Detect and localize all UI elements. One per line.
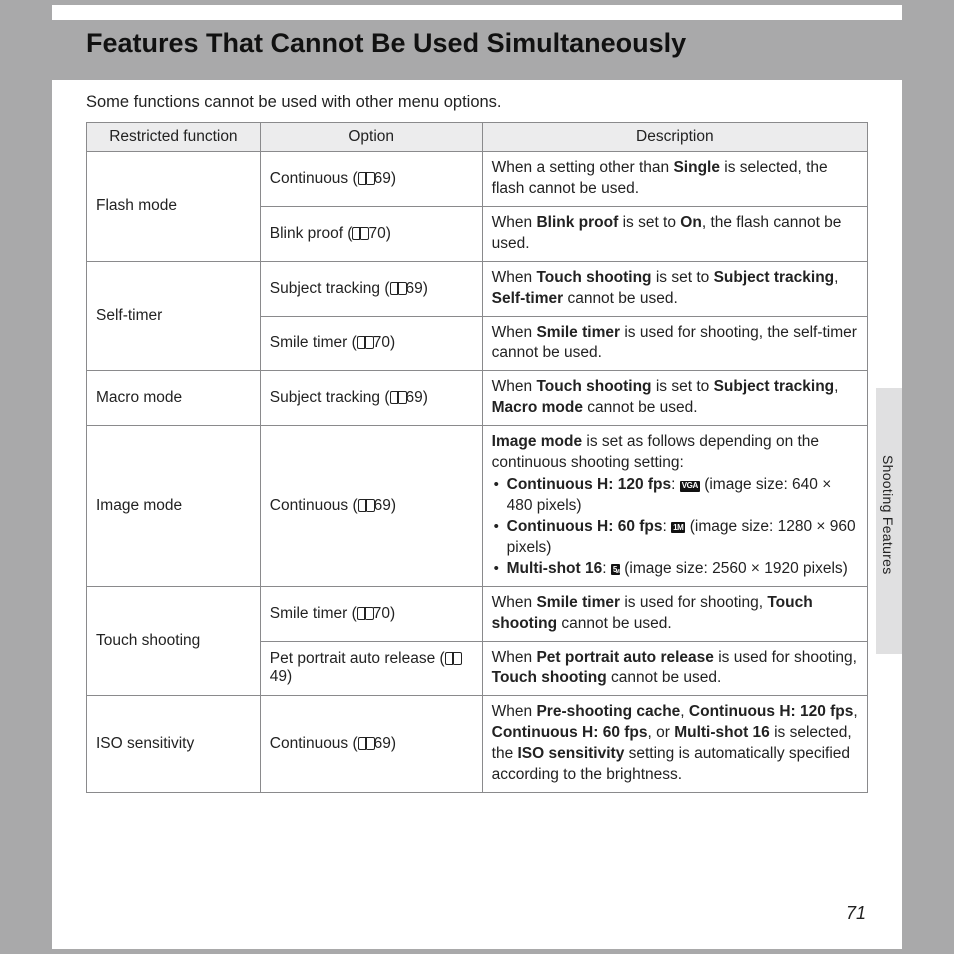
table-row: Macro mode Subject tracking (69) When To… [87,371,868,426]
cell-restricted: Macro mode [87,371,261,426]
cell-option: Continuous (69) [260,152,482,207]
book-icon [390,391,407,404]
list-item: Multi-shot 16: 5 (image size: 2560 × 192… [492,559,858,580]
1m-icon: 1M [671,522,685,533]
cell-restricted: Image mode [87,426,261,586]
table-row: Image mode Continuous (69) Image mode is… [87,426,868,586]
restrictions-table: Restricted function Option Description F… [86,122,868,793]
col-restricted: Restricted function [87,123,261,152]
cell-desc: When Pre-shooting cache, Continuous H: 1… [482,696,867,793]
table-row: Touch shooting Smile timer (70) When Smi… [87,586,868,641]
cell-restricted: ISO sensitivity [87,696,261,793]
book-icon [358,172,375,185]
book-icon [390,282,407,295]
cell-desc: When Smile timer is used for shooting, t… [482,316,867,371]
cell-option: Pet portrait auto release (49) [260,641,482,696]
book-icon [445,652,462,665]
cell-desc: Image mode is set as follows depending o… [482,426,867,586]
table-row: Self-timer Subject tracking (69) When To… [87,261,868,316]
cell-desc: When Touch shooting is set to Subject tr… [482,371,867,426]
col-option: Option [260,123,482,152]
intro-text: Some functions cannot be used with other… [86,93,502,112]
table-row: Flash mode Continuous (69) When a settin… [87,152,868,207]
cell-desc: When Pet portrait auto release is used f… [482,641,867,696]
page-number: 71 [846,903,866,924]
table-row: ISO sensitivity Continuous (69) When Pre… [87,696,868,793]
cell-desc: When a setting other than Single is sele… [482,152,867,207]
col-desc: Description [482,123,867,152]
image-mode-list: Continuous H: 120 fps: VGA (image size: … [492,475,858,580]
cell-option: Blink proof (70) [260,206,482,261]
cell-restricted: Flash mode [87,152,261,262]
cell-option: Continuous (69) [260,696,482,793]
vga-icon: VGA [680,481,700,492]
cell-restricted: Touch shooting [87,586,261,696]
table-header-row: Restricted function Option Description [87,123,868,152]
book-icon [357,607,374,620]
cell-option: Smile timer (70) [260,316,482,371]
book-icon [358,499,375,512]
page-title: Features That Cannot Be Used Simultaneou… [86,28,686,59]
cell-option: Continuous (69) [260,426,482,586]
cell-desc: When Blink proof is set to On, the flash… [482,206,867,261]
cell-desc: When Touch shooting is set to Subject tr… [482,261,867,316]
book-icon [358,737,375,750]
list-item: Continuous H: 120 fps: VGA (image size: … [492,475,858,517]
section-label: Shooting Features [880,455,896,575]
cell-option: Subject tracking (69) [260,371,482,426]
cell-desc: When Smile timer is used for shooting, T… [482,586,867,641]
cell-option: Subject tracking (69) [260,261,482,316]
book-icon [352,227,369,240]
5m-icon: 5 [611,564,620,575]
list-item: Continuous H: 60 fps: 1M (image size: 12… [492,517,858,559]
cell-option: Smile timer (70) [260,586,482,641]
book-icon [357,336,374,349]
cell-restricted: Self-timer [87,261,261,371]
